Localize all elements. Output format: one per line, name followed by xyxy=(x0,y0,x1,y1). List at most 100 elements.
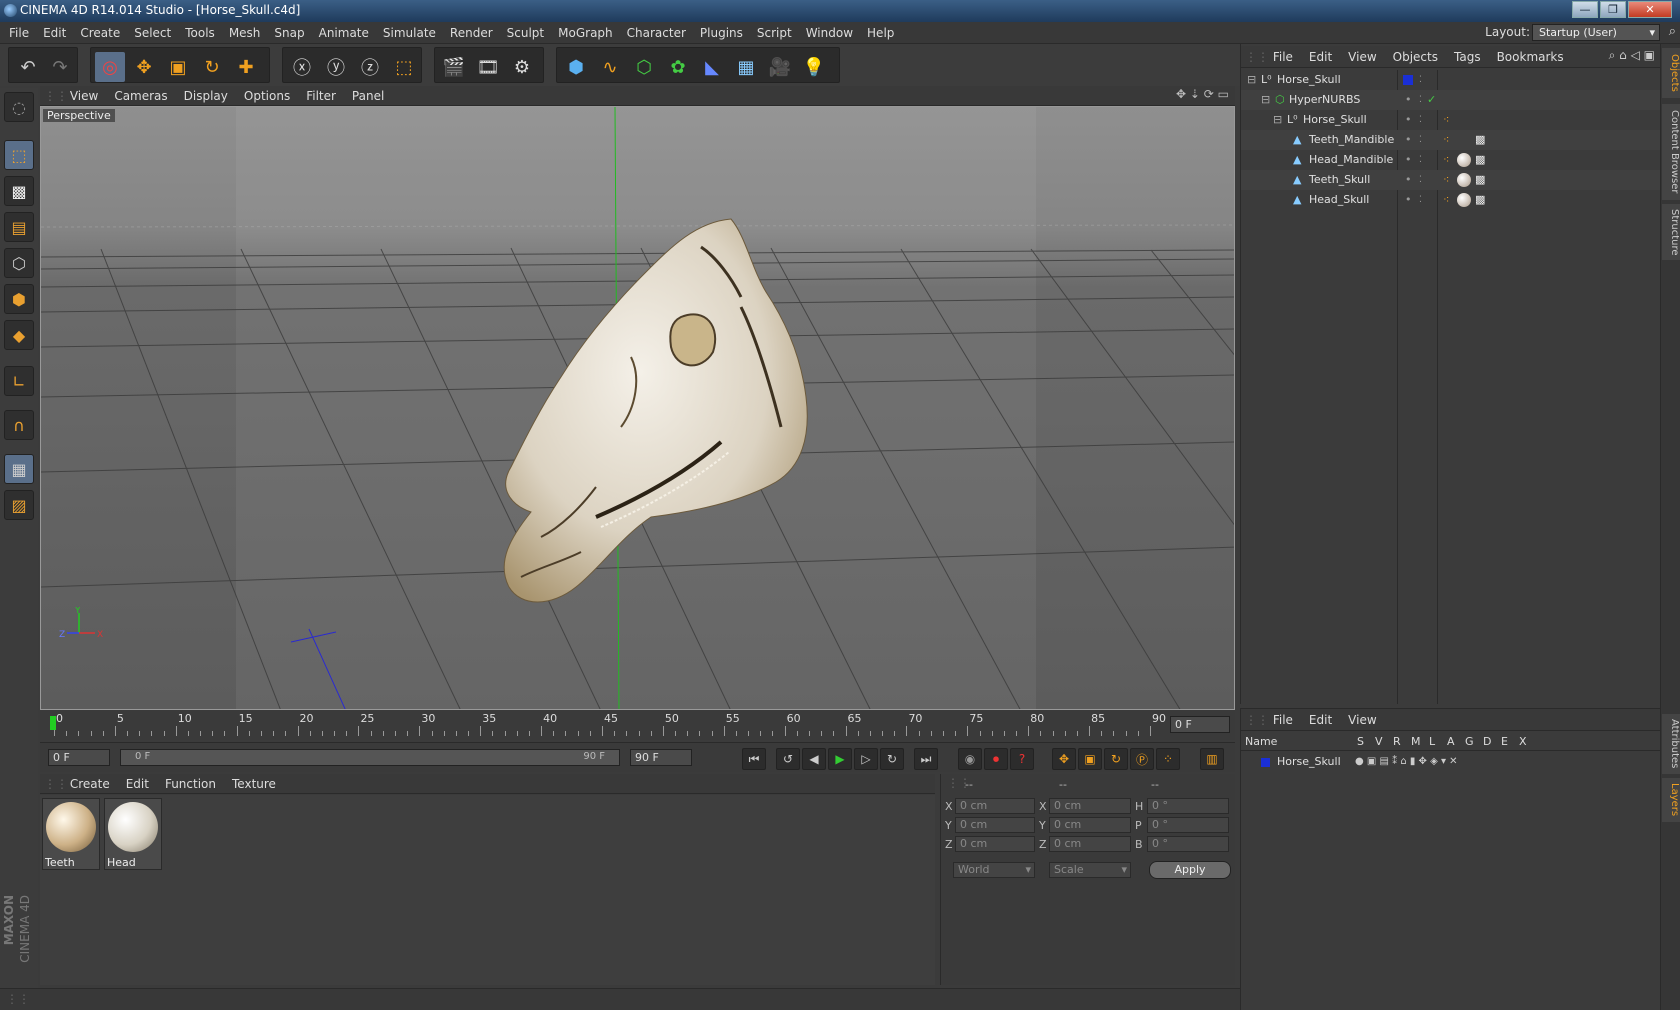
layer-col-view[interactable]: V xyxy=(1375,735,1383,748)
object-manager-tools-icons[interactable]: ⌕ ⌂ ◁ ▣ xyxy=(1609,48,1655,63)
menu-animate[interactable]: Animate xyxy=(312,22,376,44)
cube-icon[interactable]: ⬢ xyxy=(561,52,591,82)
material-tag-icon[interactable] xyxy=(1457,173,1471,187)
render-settings-icon[interactable]: ⚙ xyxy=(507,52,537,82)
layers-menu-file[interactable]: File xyxy=(1265,709,1301,731)
size-mode-dropdown[interactable]: Scale ▾ xyxy=(1049,862,1131,878)
material-teeth[interactable]: Teeth xyxy=(42,798,100,870)
menu-script[interactable]: Script xyxy=(750,22,799,44)
material-menu-edit[interactable]: Edit xyxy=(118,774,157,794)
play-forward-icon[interactable]: ▶ xyxy=(828,748,852,770)
material-tag-icon[interactable] xyxy=(1457,153,1471,167)
layer-col-render[interactable]: R xyxy=(1393,735,1401,748)
object-name[interactable]: HyperNURBS xyxy=(1289,90,1360,110)
polygons-mode-icon[interactable]: ◆ xyxy=(4,320,34,350)
tab-objects[interactable]: Objects xyxy=(1662,48,1680,98)
visibility-dots-icon[interactable]: ⁚ xyxy=(1419,110,1422,130)
menu-window[interactable]: Window xyxy=(799,22,860,44)
object-row-head-mandible[interactable]: ▲ Head_Mandible • ⁚ ⁖ ▩ xyxy=(1241,150,1661,170)
phong-tag-icon[interactable]: ⁖ xyxy=(1443,130,1449,150)
layer-color-swatch[interactable] xyxy=(1261,758,1270,767)
menu-mograph[interactable]: MoGraph xyxy=(551,22,620,44)
key-scale-icon[interactable]: ▣ xyxy=(1078,748,1102,770)
coordinate-space-dropdown[interactable]: World ▾ xyxy=(953,862,1035,878)
viewport-camera-label[interactable]: Perspective xyxy=(43,109,115,122)
layout-dropdown[interactable]: Startup (User) ▾ xyxy=(1532,24,1660,41)
material-menu-texture[interactable]: Texture xyxy=(224,774,284,794)
scale-icon[interactable]: ▣ xyxy=(163,52,193,82)
minimize-button[interactable]: — xyxy=(1572,1,1598,18)
recent-tools-icon[interactable]: ✚ xyxy=(231,52,261,82)
rotate-icon[interactable]: ↻ xyxy=(197,52,227,82)
go-to-start-icon[interactable]: ⏮ xyxy=(742,748,766,770)
collapse-icon[interactable]: ⊟ xyxy=(1261,90,1270,110)
menu-file[interactable]: File xyxy=(2,22,36,44)
object-name[interactable]: Head_Skull xyxy=(1309,190,1369,210)
objects-menu-edit[interactable]: Edit xyxy=(1301,46,1340,68)
rotation-h-field[interactable]: 0 ° xyxy=(1147,798,1229,814)
object-name[interactable]: Head_Mandible xyxy=(1309,150,1393,170)
viewport-menu-options[interactable]: Options xyxy=(236,86,298,106)
menu-render[interactable]: Render xyxy=(443,22,500,44)
previous-frame-icon[interactable]: ◀ xyxy=(802,748,826,770)
start-frame-field[interactable]: 0 F xyxy=(48,749,110,766)
z-axis-icon[interactable]: ⓩ xyxy=(355,52,385,82)
material-tag-icon[interactable] xyxy=(1457,193,1471,207)
layers-menu-edit[interactable]: Edit xyxy=(1301,709,1340,731)
go-to-end-icon[interactable]: ⏭ xyxy=(914,748,938,770)
layer-col-expressions[interactable]: E xyxy=(1501,735,1508,748)
make-editable-icon[interactable]: ◌ xyxy=(4,92,34,122)
objects-menu-objects[interactable]: Objects xyxy=(1385,46,1446,68)
edges-mode-icon[interactable]: ⬢ xyxy=(4,284,34,314)
current-frame-marker[interactable] xyxy=(50,716,56,730)
tab-content-browser[interactable]: Content Browser xyxy=(1662,104,1680,200)
layers-menu-view[interactable]: View xyxy=(1340,709,1384,731)
tab-layers[interactable]: Layers xyxy=(1662,778,1680,822)
layer-row[interactable]: Horse_Skull ● ▣ ▤ ⁑ ⌂ ▮ ✥ ◈ ▾ ✕ xyxy=(1241,753,1661,771)
keyframe-selection-icon[interactable]: ? xyxy=(1010,748,1034,770)
viewport-menu-panel[interactable]: Panel xyxy=(344,86,392,106)
previous-key-icon[interactable]: ↺ xyxy=(776,748,800,770)
object-row-teeth-mandible[interactable]: ▲ Teeth_Mandible • ⁚ ⁖ ▩ xyxy=(1241,130,1661,150)
object-row-head-skull[interactable]: ▲ Head_Skull • ⁚ ⁖ ▩ xyxy=(1241,190,1661,210)
end-frame-field[interactable]: 90 F xyxy=(630,749,692,766)
menu-select[interactable]: Select xyxy=(127,22,178,44)
objects-menu-view[interactable]: View xyxy=(1340,46,1384,68)
layer-col-generators[interactable]: G xyxy=(1465,735,1474,748)
layer-col-animation[interactable]: A xyxy=(1447,735,1455,748)
current-frame-field[interactable]: 0 F xyxy=(1170,716,1230,733)
locked-workplane-icon[interactable]: ▨ xyxy=(4,490,34,520)
render-picture-viewer-icon[interactable]: 🎞 xyxy=(473,52,503,82)
visibility-dots-icon[interactable]: ⁚ xyxy=(1419,130,1422,150)
viewport-menu-filter[interactable]: Filter xyxy=(298,86,344,106)
menu-create[interactable]: Create xyxy=(73,22,127,44)
material-head[interactable]: Head xyxy=(104,798,162,870)
object-row-horse-skull-child[interactable]: ⊟ L⁰ Horse_Skull • ⁚ ⁖ xyxy=(1241,110,1661,130)
layer-col-locked[interactable]: L xyxy=(1429,735,1435,748)
move-icon[interactable]: ✥ xyxy=(129,52,159,82)
objects-menu-file[interactable]: File xyxy=(1265,46,1301,68)
uvw-tag-icon[interactable]: ▩ xyxy=(1475,190,1485,210)
light-icon[interactable]: 💡 xyxy=(799,52,829,82)
menu-sculpt[interactable]: Sculpt xyxy=(500,22,551,44)
key-position-icon[interactable]: ✥ xyxy=(1052,748,1076,770)
layer-flag-icons[interactable]: ● ▣ ▤ ⁑ ⌂ ▮ ✥ ◈ ▾ ✕ xyxy=(1355,753,1458,771)
maximize-button[interactable]: ❐ xyxy=(1600,1,1626,18)
nurbs-icon[interactable]: ⬡ xyxy=(629,52,659,82)
search-icon[interactable]: ⌕ xyxy=(1669,24,1676,39)
redo-icon[interactable]: ↷ xyxy=(45,52,75,82)
menu-tools[interactable]: Tools xyxy=(178,22,222,44)
visibility-dots-icon[interactable]: ⁚ xyxy=(1419,90,1422,110)
3d-viewport[interactable]: Perspective Y X Z xyxy=(40,106,1235,710)
workplane-lock-icon[interactable]: ▦ xyxy=(4,454,34,484)
record-keyframes-icon[interactable]: ◉ xyxy=(958,748,982,770)
tab-structure[interactable]: Structure xyxy=(1662,204,1680,260)
object-row-horse-skull-root[interactable]: ⊟ L⁰ Horse_Skull ⁚ xyxy=(1241,70,1661,90)
position-z-field[interactable]: 0 cm xyxy=(955,836,1035,852)
visibility-dots-icon[interactable]: ⁚ xyxy=(1419,190,1422,210)
layer-col-manager[interactable]: M xyxy=(1411,735,1421,748)
timeline-scheme-icon[interactable]: ▥ xyxy=(1200,748,1224,770)
uvw-tag-icon[interactable]: ▩ xyxy=(1475,150,1485,170)
layer-col-deformers[interactable]: D xyxy=(1483,735,1491,748)
objects-menu-tags[interactable]: Tags xyxy=(1446,46,1489,68)
